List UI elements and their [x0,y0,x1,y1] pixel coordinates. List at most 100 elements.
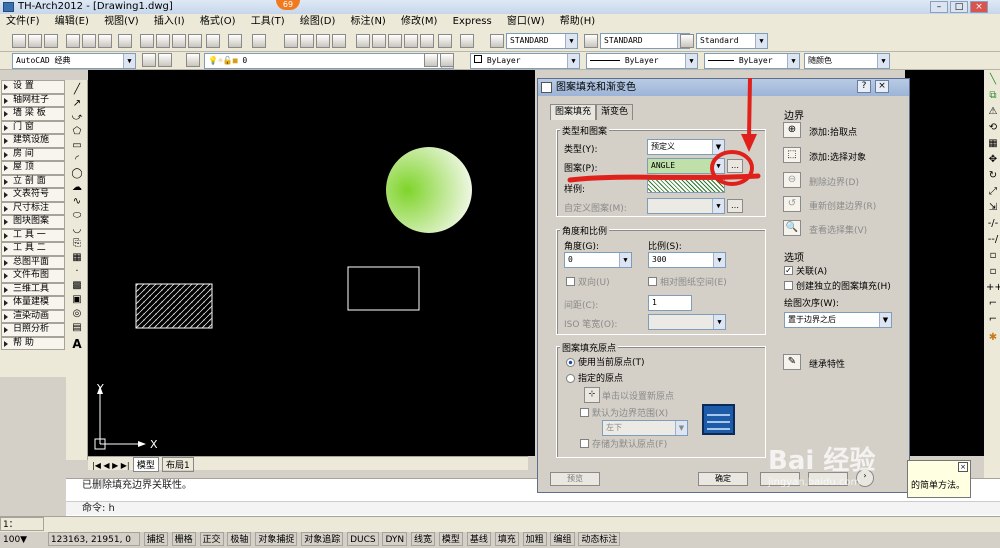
toggle-fill[interactable]: 填充 [494,532,519,546]
drawing-canvas[interactable]: Y X [88,70,535,456]
erase-icon[interactable]: ╲ [986,74,1000,86]
tarch-tab-axis[interactable]: 轴网柱子 [1,93,65,107]
tarch-tab-tools1[interactable]: 工 具 一 [1,228,65,242]
break-icon[interactable]: ▫ [986,266,1000,278]
dialog-close-button[interactable]: × [875,80,889,93]
tarch-tab-elevation[interactable]: 立 剖 面 [1,174,65,188]
ok-button[interactable]: 确定 [698,472,748,486]
hatched-rectangle[interactable] [135,283,213,329]
gradient-icon[interactable]: ▣ [70,294,84,306]
save-icon[interactable] [44,34,58,48]
table-icon[interactable]: ▤ [70,322,84,334]
annotation-scale[interactable]: 1：100▼ [0,517,44,545]
menu-window[interactable]: 窗口(W) [501,14,551,30]
revcloud-icon[interactable]: ☁ [70,182,84,194]
open-icon[interactable] [28,34,42,48]
layer-select[interactable]: 💡☼🔓■ 0 ▼ [204,53,454,69]
tarch-tab-dimension[interactable]: 尺寸标注 [1,201,65,215]
inherit-properties-icon[interactable]: ✎ [783,354,801,370]
toggle-ortho[interactable]: 正交 [199,532,224,546]
toggle-ducs[interactable]: DUCS [347,532,379,546]
menu-modify[interactable]: 修改(M) [395,14,443,30]
zoom-realtime-icon[interactable] [300,34,314,48]
relative-paper-checkbox[interactable] [648,277,657,286]
tarch-tab-site[interactable]: 总图平面 [1,255,65,269]
scale-icon[interactable]: ⤢ [986,186,1000,198]
independent-hatch-checkbox[interactable] [784,281,793,290]
gradient-circle[interactable] [386,147,472,233]
ellipse-icon[interactable]: ⬭ [70,210,84,222]
toggle-polar[interactable]: 极轴 [227,532,252,546]
maximize-button[interactable]: □ [950,1,968,13]
polyline-icon[interactable]: ⤻ [70,112,84,124]
layer-previous-icon[interactable] [424,53,438,67]
tarch-tab-help[interactable]: 帮 助 [1,336,65,350]
construction-line-icon[interactable]: ↗ [70,98,84,110]
tarch-tab-roof[interactable]: 屋 顶 [1,161,65,175]
specified-origin-radio[interactable] [566,374,575,383]
remove-boundary-button[interactable]: 删除边界(D) [809,175,859,188]
3dprint-icon[interactable] [118,34,132,48]
iso-pen-select[interactable]: ▼ [648,314,726,330]
toggle-snap[interactable]: 捕捉 [143,532,168,546]
menu-express[interactable]: Express [447,14,498,30]
tab-model[interactable]: 模型 [132,457,159,472]
array-icon[interactable]: ▦ [986,138,1000,150]
lineweight-select[interactable]: ByLayer ▼ [704,53,800,69]
redo-icon[interactable] [252,34,266,48]
tarch-tab-massing[interactable]: 体量建模 [1,296,65,310]
toolpalette-icon[interactable] [388,34,402,48]
tarch-tab-render[interactable]: 渲染动画 [1,309,65,323]
toggle-dynamic-dim[interactable]: 动态标注 [578,532,621,546]
inherit-properties-button[interactable]: 继承特性 [809,357,845,370]
boundary-rectangle[interactable] [347,266,420,311]
preview-button[interactable]: 预览 [550,472,600,486]
workspace-save-icon[interactable] [158,53,172,67]
explode-icon[interactable]: ✱ [986,332,1000,344]
undo-icon[interactable] [228,34,242,48]
rectangle-icon[interactable]: ▭ [70,140,84,152]
line-icon[interactable]: ╱ [70,84,84,96]
toggle-dyn[interactable]: DYN [382,532,408,546]
copy-object-icon[interactable]: ⧉ [986,90,1000,102]
spacing-input[interactable]: 1 [648,295,692,311]
join-icon[interactable]: ++ [986,282,1000,294]
tarch-tab-blocks[interactable]: 图块图案 [1,215,65,229]
point-icon[interactable]: · [70,266,84,278]
preview-icon[interactable] [82,34,96,48]
properties-icon[interactable] [356,34,370,48]
pick-origin-button[interactable]: ⊹ [584,387,600,403]
markup-icon[interactable] [420,34,434,48]
zoom-window-icon[interactable] [316,34,330,48]
tab-layout1[interactable]: 布局1 [162,457,194,472]
tarch-tab-facilities[interactable]: 建筑设施 [1,134,65,148]
move-icon[interactable]: ✥ [986,154,1000,166]
menu-file[interactable]: 文件(F) [0,14,46,30]
tarch-tab-sun[interactable]: 日照分析 [1,323,65,337]
brush-icon[interactable] [206,34,220,48]
tarch-tab-settings[interactable]: 设 置 [1,80,65,94]
arc-icon[interactable]: ◜ [70,154,84,166]
angle-select[interactable]: 0 ▼ [564,252,632,268]
workspace-select[interactable]: AutoCAD 经典 ▼ [12,53,136,69]
toggle-bold[interactable]: 加粗 [522,532,547,546]
layer-match-icon[interactable] [440,53,454,67]
recreate-boundary-button[interactable]: 重新创建边界(R) [809,199,876,212]
rotate-icon[interactable]: ↻ [986,170,1000,182]
plotstyle-select[interactable]: 随颜色 ▼ [804,53,890,69]
default-extent-checkbox[interactable] [580,408,589,417]
paste-icon[interactable] [172,34,186,48]
tarch-tab-text[interactable]: 文表符号 [1,188,65,202]
toggle-lineweight[interactable]: 线宽 [411,532,436,546]
break-point-icon[interactable]: ▫ [986,250,1000,262]
chamfer-icon[interactable]: ⌐ [986,298,1000,310]
tarch-tab-wall[interactable]: 墙 梁 板 [1,107,65,121]
associative-checkbox[interactable]: ✓ [784,266,793,275]
tab-nav-arrows[interactable]: |◀ ◀ ▶ ▶| [88,461,130,470]
toggle-grid[interactable]: 栅格 [171,532,196,546]
tarch-tab-layout[interactable]: 文件布图 [1,269,65,283]
menu-tools[interactable]: 工具(T) [245,14,291,30]
add-select-objects-button[interactable]: 添加:选择对象 [809,150,866,163]
cut-icon[interactable] [140,34,154,48]
toggle-otrack[interactable]: 对象追踪 [301,532,344,546]
